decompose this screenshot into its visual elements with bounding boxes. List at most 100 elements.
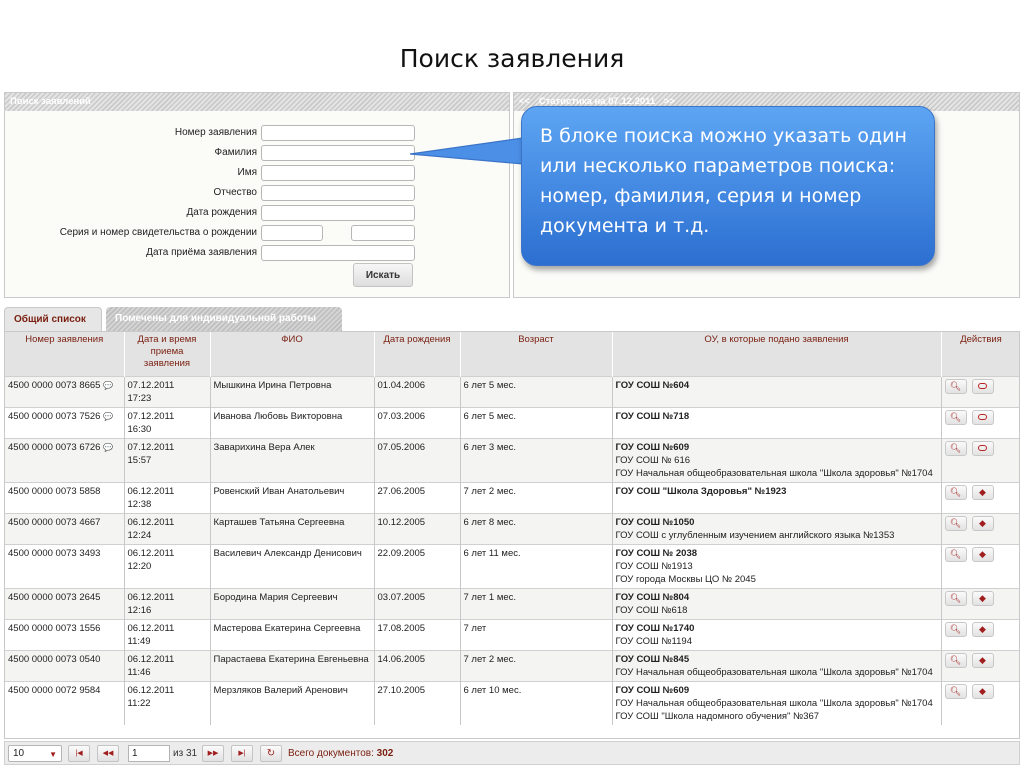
view-button[interactable]: 🔍︎ — [944, 683, 967, 699]
received-date: 06.12.2011 — [127, 485, 175, 497]
next-page-button[interactable]: ▶▶ — [202, 745, 224, 762]
view-button[interactable]: 🔍︎ — [944, 546, 967, 562]
age: 7 лет 2 мес. — [460, 649, 613, 681]
magnifier-icon: 🔍︎ — [949, 411, 962, 422]
tag-button[interactable]: ◆ — [971, 484, 994, 500]
col-header-age[interactable]: Возраст — [460, 332, 613, 376]
age: 7 лет — [460, 618, 613, 650]
tag-button[interactable]: ◆ — [971, 515, 994, 531]
cell-schools: ГОУ СОШ № 2038 ГОУ СОШ №1913 ГОУ города Мо… — [612, 543, 942, 588]
applicant-name: Мастерова Екатерина Сергеевна — [210, 618, 375, 650]
cell-schools: ГОУ СОШ №718 — [612, 406, 942, 438]
received-date: 06.12.2011 — [127, 684, 175, 696]
application-number[interactable]: 4500 0000 0073 4667 — [8, 517, 100, 528]
application-number[interactable]: 4500 0000 0073 1556 — [8, 623, 100, 634]
surname-input[interactable] — [261, 145, 415, 161]
application-number[interactable]: 4500 0000 0073 5858 — [8, 486, 100, 497]
col-header-fio[interactable]: ФИО — [210, 332, 375, 376]
school-name: ГОУ СОШ №718 — [615, 410, 690, 422]
school-name: ГОУ Начальная общеобразовательная школа … — [615, 697, 933, 709]
application-number[interactable]: 4500 0000 0073 6726 — [8, 442, 100, 453]
application-number[interactable]: 4500 0000 0073 8665 — [8, 380, 100, 391]
view-button[interactable]: 🔍︎ — [944, 378, 967, 394]
application-number[interactable]: 4500 0000 0073 0540 — [8, 654, 100, 665]
first-name-label: Имя — [237, 167, 257, 178]
col-header-date[interactable]: Дата и время приема заявления — [124, 332, 211, 376]
magnifier-icon: 🔍︎ — [949, 592, 962, 603]
cell-date: 06.12.2011 12:16 — [124, 587, 211, 619]
first-name-input[interactable] — [261, 165, 415, 181]
col-header-birthdate[interactable]: Дата рождения — [374, 332, 461, 376]
birth-date: 27.10.2005 — [374, 680, 461, 725]
tag-button[interactable]: ◆ — [971, 546, 994, 562]
refresh-icon[interactable]: ↻ — [260, 745, 282, 762]
application-number[interactable]: 4500 0000 0073 3493 — [8, 548, 100, 559]
cell-schools: ГОУ СОШ "Школа Здоровья" №1923 — [612, 481, 942, 513]
tag-icon: ◆ — [979, 517, 986, 528]
table-row[interactable]: 4500 0000 0073 8665 💬 07.12.2011 17:23 Мышк… — [5, 375, 1019, 407]
cell-actions: 🔍︎ ◆ — [941, 618, 1019, 650]
applicant-name: Иванова Любовь Викторовна — [210, 406, 375, 438]
application-number[interactable]: 4500 0000 0073 7526 — [8, 411, 100, 422]
cell-number: 4500 0000 0073 5858 — [5, 481, 125, 513]
view-button[interactable]: 🔍︎ — [944, 440, 967, 456]
view-button[interactable]: 🔍︎ — [944, 515, 967, 531]
applicant-name: Ровенский Иван Анатольевич — [210, 481, 375, 513]
comment-icon: 💬 — [103, 411, 114, 421]
certificate-series-input[interactable] — [261, 225, 323, 241]
school-name: ГОУ СОШ №609 — [615, 684, 690, 696]
application-number-input[interactable] — [261, 125, 415, 141]
tag-button[interactable]: ◆ — [971, 621, 994, 637]
table-row[interactable]: 4500 0000 0073 4667 06.12.2011 12:24 Карташ… — [5, 512, 1019, 544]
table-row[interactable]: 4500 0000 0073 5858 06.12.2011 12:38 Ровенс… — [5, 481, 1019, 513]
certificate-label: Серия и номер свидетельства о рождении — [59, 227, 257, 238]
tag-button[interactable]: ◆ — [971, 652, 994, 668]
col-header-schools[interactable]: ОУ, в которые подано заявления — [612, 332, 942, 376]
cell-date: 06.12.2011 11:22 — [124, 680, 211, 725]
mark-button[interactable] — [971, 409, 994, 425]
page-size-select[interactable]: 10 ▼ — [8, 745, 62, 762]
received-time: 12:16 — [127, 604, 152, 616]
col-header-number[interactable]: Номер заявления — [5, 332, 125, 376]
table-row[interactable]: 4500 0000 0073 6726 💬 07.12.2011 15:57 Зава… — [5, 437, 1019, 482]
table-row[interactable]: 4500 0000 0073 2645 06.12.2011 12:16 Бороди… — [5, 587, 1019, 619]
application-number[interactable]: 4500 0000 0072 9584 — [8, 685, 100, 696]
birthdate-input[interactable] — [261, 205, 415, 221]
view-button[interactable]: 🔍︎ — [944, 409, 967, 425]
stats-prev-link[interactable]: << — [519, 96, 530, 107]
cell-schools: ГОУ СОШ №845 ГОУ Начальная общеобразовате… — [612, 649, 942, 681]
view-button[interactable]: 🔍︎ — [944, 621, 967, 637]
cell-date: 07.12.2011 17:23 — [124, 375, 211, 407]
school-name: ГОУ СОШ "Школа надомного обучения" №367 — [615, 710, 820, 722]
first-page-button[interactable]: |◀ — [68, 745, 90, 762]
table-row[interactable]: 4500 0000 0072 9584 06.12.2011 11:22 Мерзля… — [5, 680, 1019, 725]
tab-general-list[interactable]: Общий список — [4, 307, 102, 331]
application-number[interactable]: 4500 0000 0073 2645 — [8, 592, 100, 603]
last-page-button[interactable]: ▶| — [231, 745, 253, 762]
mark-button[interactable] — [971, 440, 994, 456]
view-button[interactable]: 🔍︎ — [944, 590, 967, 606]
school-name: ГОУ СОШ №604 — [615, 379, 690, 391]
certificate-number-input[interactable] — [351, 225, 415, 241]
received-date-input[interactable] — [261, 245, 415, 261]
tag-button[interactable]: ◆ — [971, 590, 994, 606]
current-page-input[interactable]: 1 — [128, 745, 170, 762]
table-row[interactable]: 4500 0000 0073 1556 06.12.2011 11:49 Мастер… — [5, 618, 1019, 650]
received-date: 06.12.2011 — [127, 653, 175, 665]
patronymic-input[interactable] — [261, 185, 415, 201]
table-row[interactable]: 4500 0000 0073 0540 06.12.2011 11:46 Параст… — [5, 649, 1019, 681]
total-documents: Всего документов: 302 — [288, 748, 393, 759]
tag-button[interactable]: ◆ — [971, 683, 994, 699]
mark-button[interactable] — [971, 378, 994, 394]
table-row[interactable]: 4500 0000 0073 3493 06.12.2011 12:20 Василе… — [5, 543, 1019, 588]
prev-page-button[interactable]: ◀◀ — [97, 745, 119, 762]
cell-schools: ГОУ СОШ №609 ГОУ СОШ № 616 ГОУ Начальная о… — [612, 437, 942, 482]
view-button[interactable]: 🔍︎ — [944, 484, 967, 500]
birth-date: 10.12.2005 — [374, 512, 461, 544]
birthdate-label: Дата рождения — [186, 207, 257, 218]
table-row[interactable]: 4500 0000 0073 7526 💬 07.12.2011 16:30 Иван… — [5, 406, 1019, 438]
view-button[interactable]: 🔍︎ — [944, 652, 967, 668]
search-button[interactable]: Искать — [353, 263, 413, 287]
tab-individual-work[interactable]: Помечены для индивидуальной работы — [106, 307, 342, 331]
cell-number: 4500 0000 0073 7526 💬 — [5, 406, 125, 438]
